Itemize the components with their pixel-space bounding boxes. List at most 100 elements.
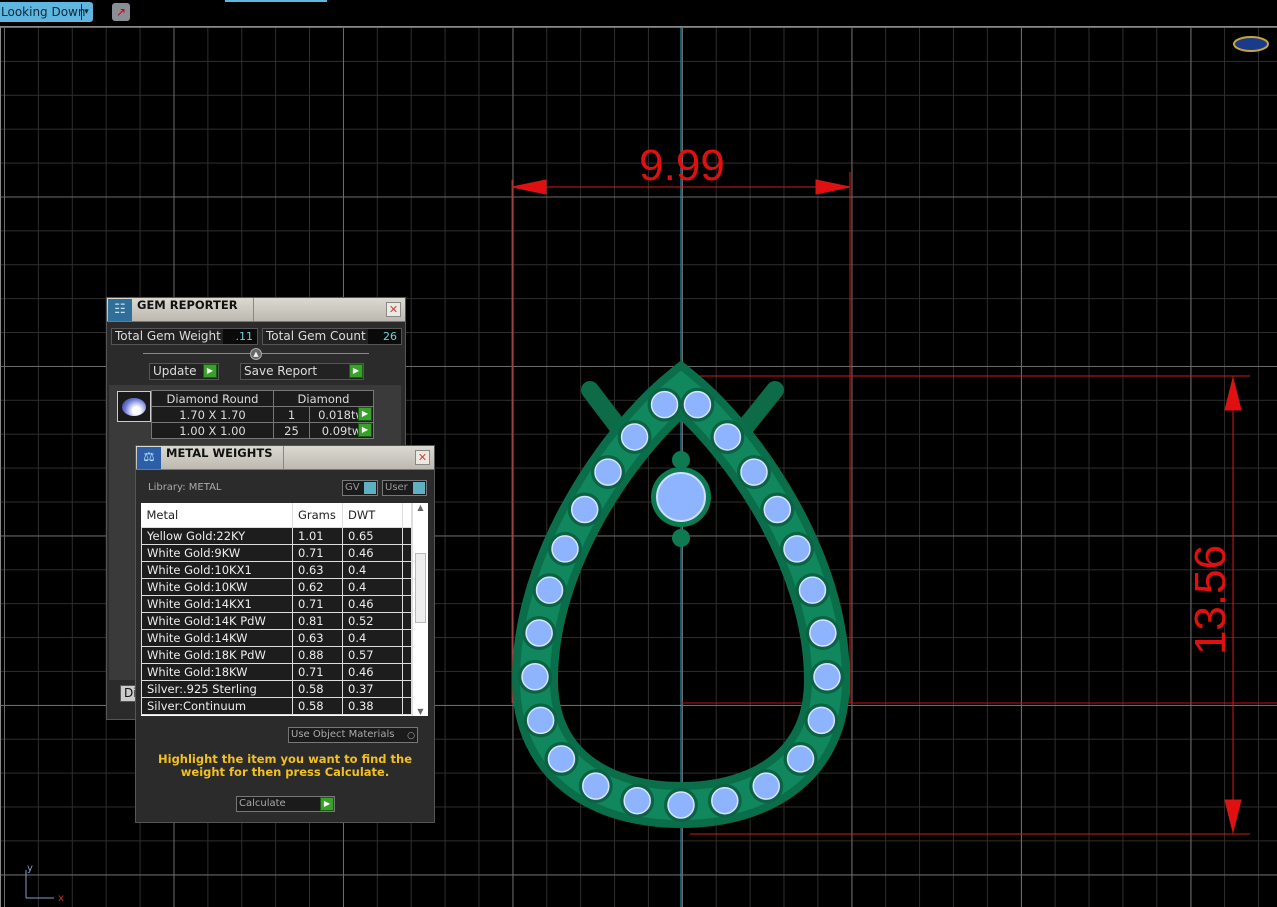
- metal-list-scrollbar[interactable]: ▲ ▼: [412, 503, 428, 716]
- gem-type-header: Diamond: [273, 390, 374, 407]
- side-gem: [582, 772, 610, 800]
- gem-shape-header: Diamond Round: [151, 390, 274, 407]
- total-gem-count-label: Total Gem Count: [266, 329, 366, 343]
- width-dimension-label: 9.99: [639, 141, 725, 190]
- metal-grams: 0.71: [292, 594, 343, 613]
- side-gem: [783, 535, 811, 563]
- gumball-icon[interactable]: [1233, 36, 1269, 52]
- gem-report-icon: ☷: [108, 299, 132, 321]
- metal-dwt: 0.46: [342, 662, 403, 681]
- gv-label: GV: [345, 482, 360, 493]
- metal-row[interactable]: White Gold:10KX1 0.63 0.4: [141, 560, 412, 579]
- width-dimension: [511, 172, 1250, 835]
- center-gem: [656, 472, 706, 522]
- metal-grams: 1.01: [292, 526, 343, 545]
- metal-name: White Gold:10KW: [141, 577, 293, 596]
- metal-dwt: 0.38: [342, 696, 403, 715]
- scrollbar-thumb[interactable]: [415, 553, 426, 623]
- gv-toggle[interactable]: GV: [342, 480, 378, 496]
- side-gem: [763, 495, 792, 524]
- metal-grams: 0.71: [292, 662, 343, 681]
- gem-row[interactable]: 1.70 X 1.70 1 0.018tw: [151, 406, 374, 423]
- metal-row[interactable]: White Gold:14KW 0.63 0.4: [141, 628, 412, 647]
- use-object-materials-toggle[interactable]: Use Object Materials ○: [288, 727, 418, 743]
- metal-list[interactable]: Metal Grams DWT Yellow Gold:22KY 1.01 0.65…: [141, 503, 428, 716]
- play-icon[interactable]: ▶: [349, 364, 363, 378]
- side-gem: [809, 619, 837, 647]
- metal-name: White Gold:9KW: [141, 543, 293, 562]
- side-gem: [667, 791, 695, 819]
- metal-row[interactable]: White Gold:14KX1 0.71 0.46: [141, 594, 412, 613]
- radio-icon: ○: [407, 731, 415, 741]
- update-label: Update: [153, 364, 197, 378]
- side-gem: [740, 458, 768, 486]
- metal-name: Silver:Continuum: [141, 696, 293, 715]
- metal-name: White Gold:14KW: [141, 628, 293, 647]
- metal-dwt: 0.4: [342, 577, 403, 596]
- gem-table: Diamond Round Diamond 1.70 X 1.70 1 0.018tw…: [151, 390, 374, 439]
- metal-weights-title: METAL WEIGHTS: [166, 446, 273, 460]
- scroll-down-icon[interactable]: ▼: [413, 707, 428, 716]
- side-gem: [521, 663, 549, 691]
- side-gem: [711, 786, 739, 815]
- close-icon[interactable]: ✕: [415, 450, 430, 465]
- side-gem: [594, 458, 622, 486]
- gem-thumbnail: [117, 391, 151, 422]
- metal-grams: 0.58: [292, 679, 343, 698]
- metal-dwt: 0.4: [342, 628, 403, 647]
- metal-row[interactable]: White Gold:14K PdW 0.81 0.52: [141, 611, 412, 630]
- gem-row[interactable]: 1.00 X 1.00 25 0.09tw: [151, 422, 374, 439]
- gem-reporter-titlebar[interactable]: ☷ GEM REPORTER ✕: [107, 298, 405, 322]
- save-report-label: Save Report: [244, 364, 318, 378]
- column-header-grams[interactable]: Grams: [292, 503, 343, 527]
- gem-reporter-title: GEM REPORTER: [137, 298, 238, 312]
- column-header-metal[interactable]: Metal: [141, 503, 293, 527]
- metal-row[interactable]: White Gold:10KW 0.62 0.4: [141, 577, 412, 596]
- metal-dwt: 0.52: [342, 611, 403, 630]
- play-icon[interactable]: ▶: [203, 364, 217, 378]
- play-icon[interactable]: ▶: [358, 407, 372, 421]
- metal-table: Metal Grams DWT Yellow Gold:22KY 1.01 0.65…: [141, 503, 412, 715]
- side-gem: [551, 535, 579, 563]
- metal-dwt: 0.37: [342, 679, 403, 698]
- round-diamond-icon: [122, 398, 146, 416]
- user-toggle[interactable]: User: [382, 480, 427, 496]
- side-gem: [752, 772, 780, 800]
- metal-grams: 0.71: [292, 543, 343, 562]
- metal-dwt: 0.57: [342, 645, 403, 664]
- side-gem: [535, 576, 564, 604]
- metal-row[interactable]: Silver:.925 Sterling 0.58 0.37: [141, 679, 412, 698]
- save-report-button[interactable]: Save Report: [240, 363, 364, 380]
- total-gem-count-value: 26: [368, 329, 401, 344]
- metal-weights-titlebar[interactable]: ⚖ METAL WEIGHTS ✕: [136, 446, 434, 470]
- metal-name: Silver:.925 Sterling: [141, 679, 293, 698]
- metal-row[interactable]: Yellow Gold:22KY 1.01 0.65: [141, 526, 412, 545]
- close-icon[interactable]: ✕: [386, 302, 401, 317]
- center-bead: [672, 451, 690, 469]
- instruction-text: Highlight the item you want to find the …: [158, 752, 412, 779]
- total-gem-weight-value: .11: [223, 329, 257, 344]
- use-object-materials-label: Use Object Materials: [291, 729, 395, 740]
- metal-grams: 0.88: [292, 645, 343, 664]
- metal-row[interactable]: Silver:Continuum 0.58 0.38: [141, 696, 412, 715]
- scroll-up-icon[interactable]: ▲: [413, 503, 428, 512]
- axis-x-label: x: [58, 893, 64, 904]
- library-label: Library: METAL: [148, 482, 222, 493]
- side-gem: [547, 745, 576, 773]
- metal-row[interactable]: White Gold:18KW 0.71 0.46: [141, 662, 412, 681]
- metal-row[interactable]: White Gold:9KW 0.71 0.46: [141, 543, 412, 562]
- calculate-label: Calculate: [239, 798, 286, 809]
- side-gem: [813, 663, 841, 691]
- side-gem: [807, 706, 836, 735]
- gem-count: 25: [273, 422, 310, 439]
- column-header-dwt[interactable]: DWT: [342, 503, 403, 527]
- side-gem: [623, 786, 651, 815]
- metal-row[interactable]: White Gold:18K PdW 0.88 0.57: [141, 645, 412, 664]
- side-gem: [683, 390, 712, 419]
- play-icon[interactable]: ▶: [320, 797, 334, 811]
- play-icon[interactable]: ▶: [358, 423, 372, 437]
- metal-name: White Gold:14K PdW: [141, 611, 293, 630]
- metal-grams: 0.63: [292, 628, 343, 647]
- metal-dwt: 0.65: [342, 526, 403, 545]
- collapse-icon[interactable]: ▲: [250, 348, 262, 360]
